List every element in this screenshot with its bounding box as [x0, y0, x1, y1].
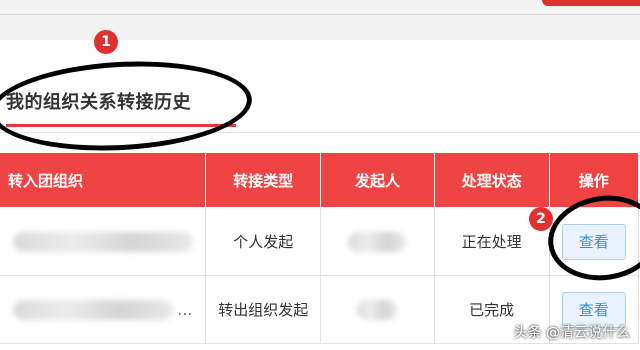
- top-bar: [0, 0, 640, 15]
- column-header-target-org: 转入团组织: [0, 152, 207, 208]
- view-button[interactable]: 查看: [561, 223, 626, 260]
- annotation-badge-1: 1: [94, 30, 118, 54]
- column-header-transfer-type: 转接类型: [205, 152, 322, 208]
- blurred-initiator-name: [348, 231, 407, 252]
- cell-target-org: [0, 207, 207, 276]
- active-tab-underline: [6, 124, 236, 127]
- cell-target-org: …: [0, 275, 207, 344]
- column-header-action: 操作: [548, 152, 640, 208]
- transfer-history-table: 转入团组织 转接类型 发起人 处理状态 操作 个人发起 正在处理 查看 … 转出…: [0, 152, 640, 344]
- truncation-ellipsis: …: [177, 300, 193, 319]
- column-header-initiator: 发起人: [320, 152, 435, 208]
- annotation-badge-2: 2: [529, 207, 553, 231]
- panel-header: 我的组织关系转接历史: [0, 40, 640, 133]
- blurred-initiator-name: [357, 299, 398, 320]
- watermark-text: 头条 @清云说什么: [513, 325, 630, 341]
- column-header-status: 处理状态: [433, 152, 550, 208]
- cell-action: 查看: [548, 207, 640, 276]
- blurred-org-name: [12, 231, 193, 252]
- cell-initiator: [320, 207, 435, 276]
- page-title[interactable]: 我的组织关系转接历史: [6, 88, 191, 114]
- cell-transfer-type: 个人发起: [205, 207, 322, 276]
- cell-initiator: [320, 275, 435, 344]
- blurred-org-name: [13, 299, 174, 320]
- table-header-row: 转入团组织 转接类型 发起人 处理状态 操作: [0, 152, 640, 208]
- top-red-button[interactable]: [542, 0, 640, 6]
- cell-transfer-type: 转出组织发起: [205, 275, 322, 344]
